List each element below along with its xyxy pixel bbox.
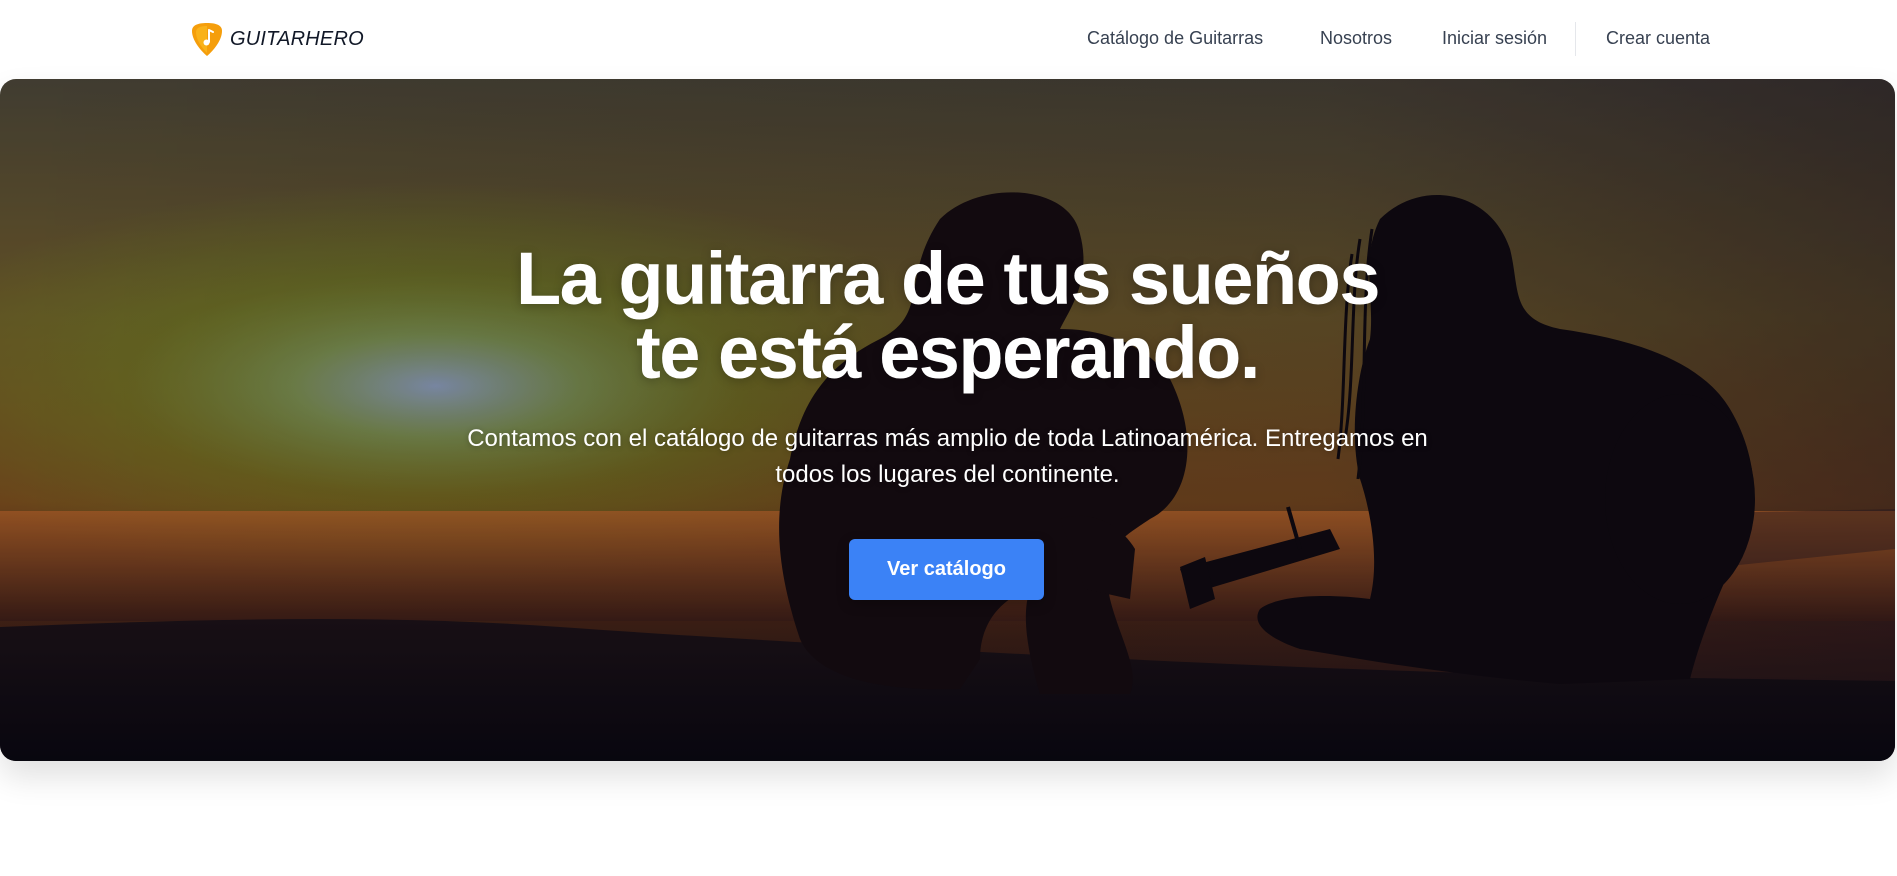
nav-link-register[interactable]: Crear cuenta [1606,28,1710,49]
view-catalog-button[interactable]: Ver catálogo [849,539,1044,600]
hero-title-line-2: te está esperando. [636,311,1260,394]
nav-link-about[interactable]: Nosotros [1320,28,1392,49]
main-nav: Catálogo de Guitarras Nosotros Iniciar s… [0,0,1897,78]
nav-divider [1575,22,1576,56]
hero-title-line-1: La guitarra de tus sueños [515,237,1381,320]
hero-content: La guitarra de tus sueños te está espera… [0,79,1895,761]
hero-title: La guitarra de tus sueños te está espera… [0,242,1895,390]
hero-banner: La guitarra de tus sueños te está espera… [0,79,1895,761]
nav-link-login[interactable]: Iniciar sesión [1442,28,1547,49]
nav-link-catalog[interactable]: Catálogo de Guitarras [1087,28,1263,49]
top-navigation-bar: GUITARHERO Catálogo de Guitarras Nosotro… [0,0,1897,78]
hero-subtitle: Contamos con el catálogo de guitarras má… [467,425,1428,488]
